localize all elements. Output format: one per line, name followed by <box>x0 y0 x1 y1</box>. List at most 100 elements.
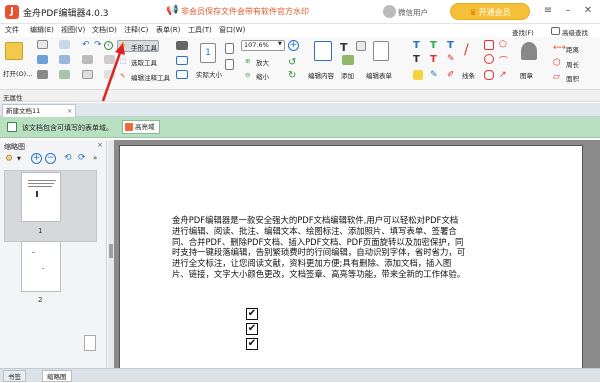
cut-icon[interactable] <box>82 55 93 64</box>
menu-window[interactable]: 窗口(W) <box>219 25 245 35</box>
menu-comment[interactable]: 注释(C) <box>124 25 148 35</box>
scan-icon[interactable] <box>59 70 70 79</box>
search-label[interactable]: 查找(F) <box>512 27 534 37</box>
splitter-grip[interactable] <box>109 244 113 258</box>
strikeout-icon[interactable]: T <box>430 54 440 65</box>
arrow-icon[interactable]: ↗ <box>499 70 509 80</box>
delete-thumb-icon[interactable]: ⟳ <box>78 153 86 163</box>
rotate-right-icon[interactable]: ↻ <box>288 70 298 81</box>
edit-form-label[interactable]: 编辑表单 <box>366 70 392 80</box>
more-icon[interactable]: » <box>93 154 97 162</box>
rotate-left-icon[interactable]: ↺ <box>288 57 298 68</box>
actual-size-label[interactable]: 实际大小 <box>196 69 222 79</box>
zoom-out-thumb-icon[interactable]: − <box>45 153 56 164</box>
print-icon[interactable] <box>37 55 48 64</box>
chevron-down-icon[interactable]: ▼ <box>17 156 21 162</box>
new-icon[interactable] <box>37 40 48 49</box>
underline-icon[interactable]: T <box>447 40 457 51</box>
distance-icon[interactable]: ⟷ <box>553 43 566 53</box>
stamp-label[interactable]: 图章 <box>520 70 533 80</box>
actual-size-icon[interactable]: 1 <box>200 43 216 63</box>
thumbnail-page-2[interactable] <box>21 241 61 292</box>
user-name[interactable]: 微信用户 <box>398 7 428 18</box>
close-tab-icon[interactable]: × <box>67 105 72 117</box>
redo-icon[interactable]: ↷ <box>94 40 104 50</box>
rotate-thumb-icon[interactable]: ⟲ <box>64 153 72 163</box>
add-label[interactable]: 添加 <box>341 70 354 80</box>
image-icon[interactable] <box>342 55 354 65</box>
edit-content-icon[interactable] <box>314 41 332 61</box>
highlight-text-icon[interactable]: T <box>430 40 440 51</box>
pdf-page[interactable]: 金舟PDF编辑器是一款安全强大的PDF文档编辑软件,用户可以轻松对PDF文档 进… <box>119 145 583 369</box>
stamp-icon[interactable] <box>521 42 537 60</box>
line-label[interactable]: 线条 <box>462 70 475 80</box>
line-icon[interactable]: / <box>464 42 478 58</box>
back-icon[interactable]: ‹ <box>104 41 113 50</box>
tab-thumbnails[interactable]: 缩略图 <box>42 370 72 382</box>
text-icon[interactable]: T <box>340 41 350 54</box>
rectangle-icon[interactable] <box>484 40 494 50</box>
pencil-icon[interactable]: ✎ <box>430 70 440 80</box>
paste-icon[interactable] <box>82 70 93 79</box>
form-checkbox-2[interactable]: ✔ <box>246 323 258 335</box>
zoom-in-label[interactable]: 放大 <box>256 57 269 67</box>
thumbnail-page-1[interactable] <box>21 172 61 222</box>
menu-form[interactable]: 表单(R) <box>156 25 180 35</box>
hand-tool-label[interactable]: 手形工具 <box>131 42 157 52</box>
single-page-icon[interactable] <box>225 43 234 54</box>
document-tab[interactable]: 新建文档11 × <box>2 104 76 117</box>
fit-width-icon[interactable] <box>176 70 188 79</box>
polygon-icon[interactable]: ⬠ <box>499 40 509 50</box>
copy-pages-icon[interactable] <box>84 335 96 351</box>
area-icon[interactable]: ▱ <box>553 72 563 82</box>
edit-form-icon[interactable] <box>373 41 389 61</box>
menu-edit[interactable]: 编辑(E) <box>30 25 54 35</box>
callout-icon[interactable]: ✎ <box>447 54 457 64</box>
camera-icon[interactable] <box>176 41 188 50</box>
open-folder-icon[interactable] <box>5 42 23 60</box>
edit-annot-label[interactable]: 编辑注释工具 <box>131 72 170 82</box>
menu-icon[interactable]: ≡ <box>541 4 555 18</box>
email-icon[interactable] <box>59 55 70 64</box>
close-panel-icon[interactable]: × <box>97 141 103 149</box>
perimeter-label[interactable]: 周长 <box>566 59 579 69</box>
menu-view[interactable]: 视图(V) <box>61 25 85 35</box>
undo-icon[interactable]: ↶ <box>82 40 92 50</box>
zoom-in-icon[interactable]: + <box>288 40 299 51</box>
eraser-icon[interactable]: ✐ <box>447 70 457 80</box>
save-as-icon[interactable] <box>59 40 70 49</box>
highlight-fields-button[interactable]: 高亮域 <box>122 120 160 134</box>
save-icon[interactable] <box>37 70 48 79</box>
menu-file[interactable]: 文件 <box>5 25 19 35</box>
copy-icon[interactable] <box>104 55 115 64</box>
text-annot-icon[interactable]: T <box>413 40 423 51</box>
tab-bookmarks[interactable]: 书签 <box>3 370 26 382</box>
distance-label[interactable]: 距离 <box>566 44 579 54</box>
zoom-out-label[interactable]: 缩小 <box>256 71 269 81</box>
menu-document[interactable]: 文档(D) <box>92 25 117 35</box>
menu-tools[interactable]: 工具(T) <box>188 25 212 35</box>
fit-page-icon[interactable] <box>176 56 188 65</box>
perimeter-icon[interactable]: ⬡ <box>553 58 563 68</box>
form-checkbox-3[interactable]: ✔ <box>246 338 258 350</box>
edit-content-label[interactable]: 编辑内容 <box>308 70 334 80</box>
delete-icon[interactable] <box>104 70 115 79</box>
cloud-icon[interactable] <box>484 70 494 80</box>
area-label[interactable]: 面积 <box>566 73 579 83</box>
zoom-in-thumb-icon[interactable]: + <box>31 153 42 164</box>
user-avatar[interactable] <box>383 5 396 18</box>
promo-text[interactable]: 非会员保存文件会带有软件官方水印 <box>181 6 309 17</box>
open-label[interactable]: 打开(O)... <box>3 68 32 78</box>
minimize-icon[interactable]: – <box>561 4 575 18</box>
vip-button[interactable]: ♛ 开通会员 <box>450 3 530 20</box>
advanced-search-icon[interactable] <box>551 27 560 35</box>
gear-icon[interactable]: ⚙ <box>5 154 13 164</box>
select-tool-label[interactable]: 选取工具 <box>131 57 157 67</box>
continuous-page-icon[interactable] <box>225 59 234 70</box>
polyline-icon[interactable]: ⌒ <box>499 54 509 67</box>
form-checkbox-1[interactable]: ✔ <box>246 308 258 320</box>
oval-icon[interactable] <box>484 54 494 64</box>
document-paragraph[interactable]: 金舟PDF编辑器是一款安全强大的PDF文档编辑软件,用户可以轻松对PDF文档 进… <box>172 215 502 280</box>
close-icon[interactable]: ✕ <box>581 4 595 18</box>
advanced-search-label[interactable]: 高级查找 <box>562 27 588 37</box>
